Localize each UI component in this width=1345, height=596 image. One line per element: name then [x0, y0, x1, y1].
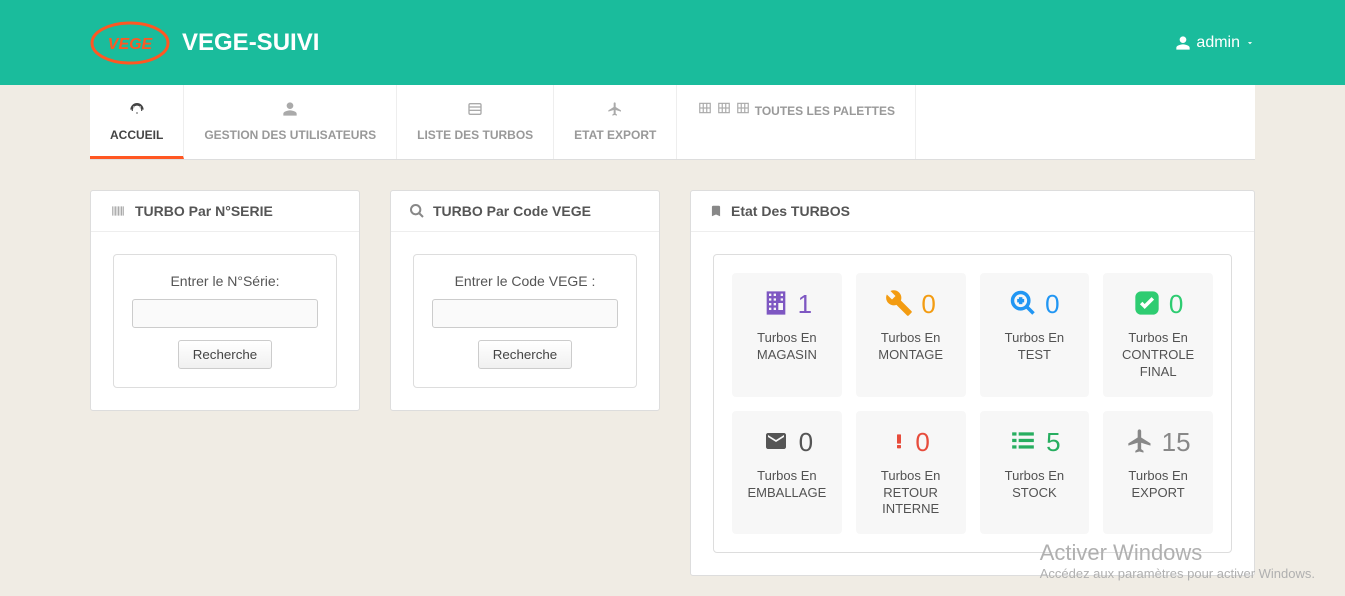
stat-tile[interactable]: 0 Turbos En RETOUR INTERNE [856, 411, 966, 535]
nav-accueil[interactable]: ACCUEIL [90, 85, 184, 159]
nav-palettes[interactable]: TOUTES LES PALETTES [677, 85, 916, 159]
zoom-icon [1009, 289, 1037, 320]
nav-export[interactable]: ETAT EXPORT [554, 85, 677, 159]
main-content: TURBO Par N°SERIE Entrer le N°Série: Rec… [0, 160, 1345, 596]
stat-tile[interactable]: 15 Turbos En EXPORT [1103, 411, 1213, 535]
stat-label: Turbos En MAGASIN [740, 330, 834, 364]
user-icon [1175, 35, 1191, 51]
card-header: TURBO Par Code VEGE [391, 191, 659, 232]
search-code-card: TURBO Par Code VEGE Entrer le Code VEGE … [390, 190, 660, 411]
user-name: admin [1196, 34, 1240, 52]
main-nav: ACCUEIL GESTION DES UTILISATEURS LISTE D… [90, 85, 1255, 160]
exclaim-icon [891, 427, 907, 458]
serial-label: Entrer le N°Série: [132, 273, 318, 289]
stat-label: Turbos En EXPORT [1111, 468, 1205, 502]
nav-label: ACCUEIL [110, 128, 163, 142]
nav-turbos[interactable]: LISTE DES TURBOS [397, 85, 554, 159]
stat-label: Turbos En TEST [988, 330, 1082, 364]
stat-tile[interactable]: 0 Turbos En MONTAGE [856, 273, 966, 397]
search-icon [409, 203, 425, 219]
search-form: Entrer le Code VEGE : Recherche [413, 254, 637, 388]
building-icon [762, 289, 790, 320]
list-icon [417, 101, 533, 122]
stat-value: 0 [921, 289, 935, 320]
plane-icon [574, 101, 656, 122]
user-icon [204, 101, 376, 122]
stat-label: Turbos En EMBALLAGE [740, 468, 834, 502]
card-title: TURBO Par Code VEGE [433, 203, 591, 219]
stat-value: 0 [915, 427, 929, 458]
barcode-icon [109, 204, 127, 218]
chevron-down-icon [1245, 38, 1255, 48]
stat-tile[interactable]: 5 Turbos En STOCK [980, 411, 1090, 535]
card-title: Etat Des TURBOS [731, 203, 850, 219]
brand: VEGE VEGE-SUIVI [90, 19, 319, 67]
plane-icon [1126, 427, 1154, 458]
svg-text:VEGE: VEGE [108, 36, 154, 53]
app-title: VEGE-SUIVI [182, 29, 319, 57]
search-serial-button[interactable]: Recherche [178, 340, 272, 369]
code-input[interactable] [432, 299, 618, 328]
wrench-icon [885, 289, 913, 320]
app-header: VEGE VEGE-SUIVI admin [0, 0, 1345, 85]
card-header: Etat Des TURBOS [691, 191, 1254, 232]
nav-label: ETAT EXPORT [574, 128, 656, 142]
stat-tile[interactable]: 1 Turbos En MAGASIN [732, 273, 842, 397]
stat-label: Turbos En STOCK [988, 468, 1082, 502]
nav-label: LISTE DES TURBOS [417, 128, 533, 142]
nav-users[interactable]: GESTION DES UTILISATEURS [184, 85, 397, 159]
logo-icon: VEGE [90, 19, 170, 67]
check-icon [1133, 289, 1161, 320]
stat-value: 0 [1169, 289, 1183, 320]
envelope-icon [761, 429, 791, 456]
nav-label: GESTION DES UTILISATEURS [204, 128, 376, 142]
card-header: TURBO Par N°SERIE [91, 191, 359, 232]
stat-label: Turbos En CONTROLE FINAL [1111, 330, 1205, 381]
stat-value: 1 [798, 289, 812, 320]
stat-tile[interactable]: 0 Turbos En CONTROLE FINAL [1103, 273, 1213, 397]
stats-grid: 1 Turbos En MAGASIN 0 Turbos En MONTAGE 0 Tur… [713, 254, 1232, 553]
grid-icon [697, 101, 751, 115]
serial-input[interactable] [132, 299, 318, 328]
stat-value: 0 [1045, 289, 1059, 320]
stat-label: Turbos En RETOUR INTERNE [864, 468, 958, 519]
card-title: TURBO Par N°SERIE [135, 203, 273, 219]
stat-label: Turbos En MONTAGE [864, 330, 958, 364]
code-label: Entrer le Code VEGE : [432, 273, 618, 289]
stat-tile[interactable]: 0 Turbos En EMBALLAGE [732, 411, 842, 535]
stat-tile[interactable]: 0 Turbos En TEST [980, 273, 1090, 397]
stat-value: 5 [1046, 427, 1060, 458]
dashboard-card: Etat Des TURBOS 1 Turbos En MAGASIN 0 Turbo… [690, 190, 1255, 576]
dashboard-icon [110, 101, 163, 122]
bookmark-icon [709, 203, 723, 219]
nav-label: TOUTES LES PALETTES [755, 104, 895, 118]
stat-value: 0 [799, 427, 813, 458]
user-menu[interactable]: admin [1175, 34, 1255, 52]
search-serial-card: TURBO Par N°SERIE Entrer le N°Série: Rec… [90, 190, 360, 411]
stat-value: 15 [1162, 427, 1191, 458]
list-icon [1008, 428, 1038, 457]
search-code-button[interactable]: Recherche [478, 340, 572, 369]
search-form: Entrer le N°Série: Recherche [113, 254, 337, 388]
